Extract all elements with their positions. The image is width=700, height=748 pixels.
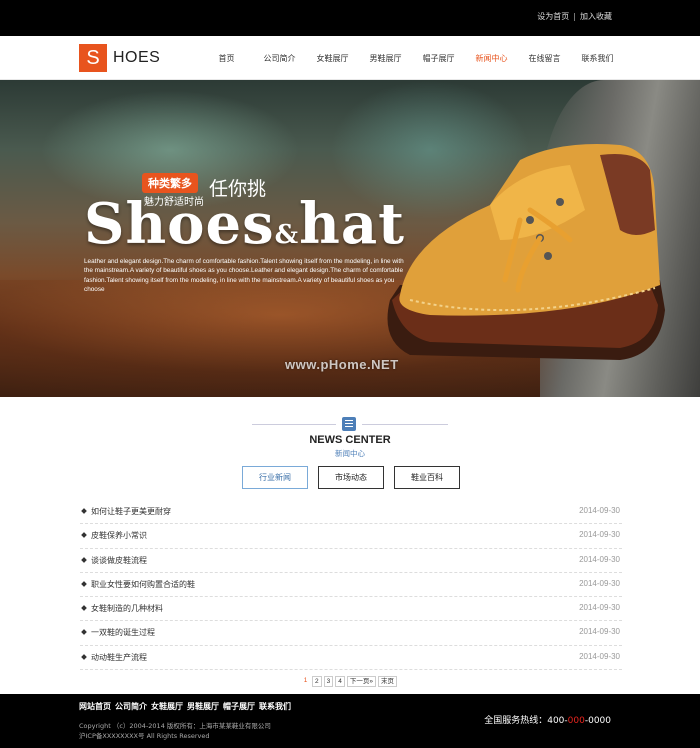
list-item[interactable]: 职业女性要如何购置合适的鞋 2014-09-30 [80, 573, 622, 598]
nav-item-men-shoes[interactable]: 男鞋展厅 [359, 53, 412, 64]
nav-item-about[interactable]: 公司简介 [253, 53, 306, 64]
logo-letter: S [79, 44, 107, 72]
top-separator: | [573, 12, 576, 21]
icp-text: 沪ICP备XXXXXXXX号 All Rights Reserved [79, 732, 210, 740]
logo-text: HOES [113, 49, 161, 66]
hotline-number-suffix: -0000 [584, 716, 611, 726]
footer-links: 网站首页 公司简介 女鞋展厅 男鞋展厅 帽子展厅 联系我们 [79, 701, 291, 712]
nav-item-contact[interactable]: 联系我们 [571, 53, 624, 64]
section-title: NEWS CENTER [309, 434, 391, 446]
main-nav: 首页 公司简介 女鞋展厅 男鞋展厅 帽子展厅 新闻中心 在线留言 联系我们 [200, 53, 624, 64]
page-2[interactable]: 2 [312, 676, 322, 687]
footer: 网站首页 公司简介 女鞋展厅 男鞋展厅 帽子展厅 联系我们 Copyright … [0, 694, 700, 748]
news-title[interactable]: 皮鞋保养小常识 [91, 530, 147, 541]
site-logo[interactable]: S HOES [79, 44, 160, 72]
list-item[interactable]: 动动鞋生产流程 2014-09-30 [80, 646, 622, 671]
news-date: 2014-09-30 [579, 603, 620, 613]
list-item[interactable]: 如何让鞋子更美更耐穿 2014-09-30 [80, 500, 622, 525]
hotline-label: 全国服务热线： [484, 716, 548, 726]
top-links: 设为首页 | 加入收藏 [537, 11, 612, 22]
page-4[interactable]: 4 [335, 676, 345, 687]
hero-title-left: Shoes [84, 191, 275, 257]
news-date: 2014-09-30 [579, 506, 620, 515]
hero-description: Leather and elegant design.The charm of … [84, 258, 404, 294]
news-date: 2014-09-30 [579, 578, 620, 588]
nav-item-hats[interactable]: 帽子展厅 [412, 53, 465, 64]
hero-title: Shoes&hat [84, 193, 405, 266]
news-title[interactable]: 动动鞋生产流程 [91, 652, 147, 663]
diamond-bullet-icon [81, 508, 87, 514]
footer-link-home[interactable]: 网站首页 [79, 701, 111, 712]
watermark: www.pHome.NET [285, 357, 399, 372]
set-home-link[interactable]: 设为首页 [537, 11, 569, 22]
add-favorite-link[interactable]: 加入收藏 [580, 11, 612, 22]
hotline: 全国服务热线：400-000-0000 [484, 713, 611, 726]
last-page-button[interactable]: 末页 [378, 676, 397, 687]
news-title[interactable]: 谈谈做皮鞋流程 [91, 555, 147, 566]
diamond-bullet-icon [81, 653, 87, 660]
list-item[interactable]: 一双鞋的诞生过程 2014-09-30 [80, 621, 622, 646]
news-icon [342, 417, 356, 431]
nav-item-home[interactable]: 首页 [200, 53, 253, 64]
tab-market[interactable]: 市场动态 [318, 466, 384, 489]
news-title[interactable]: 如何让鞋子更美更耐穿 [91, 506, 171, 517]
news-date: 2014-09-30 [579, 530, 620, 540]
nav-item-message[interactable]: 在线留言 [518, 53, 571, 64]
header: S HOES 首页 公司简介 女鞋展厅 男鞋展厅 帽子展厅 新闻中心 在线留言 … [0, 36, 700, 80]
news-title[interactable]: 女鞋制造的几种材料 [91, 603, 163, 614]
list-item[interactable]: 女鞋制造的几种材料 2014-09-30 [80, 597, 622, 622]
divider [252, 424, 336, 425]
footer-link-men-shoes[interactable]: 男鞋展厅 [187, 701, 219, 712]
pagination: 1 2 3 4 下一页» 末页 [301, 676, 397, 687]
next-page-button[interactable]: 下一页» [346, 676, 376, 687]
hotline-number-mid: 000 [567, 716, 585, 726]
hotline-number-prefix: 400- [547, 716, 568, 726]
page-3[interactable]: 3 [323, 676, 334, 687]
footer-link-contact[interactable]: 联系我们 [259, 701, 291, 712]
diamond-bullet-icon [81, 581, 87, 587]
tab-industry-news[interactable]: 行业新闻 [242, 466, 308, 489]
copyright-text: Copyright （c）2004-2014 版权所有：上海市某某鞋业有限公司 [79, 722, 271, 730]
list-item[interactable]: 皮鞋保养小常识 2014-09-30 [80, 524, 622, 549]
diamond-bullet-icon [81, 605, 87, 612]
footer-link-women-shoes[interactable]: 女鞋展厅 [151, 701, 183, 712]
news-list: 如何让鞋子更美更耐穿 2014-09-30 皮鞋保养小常识 2014-09-30… [80, 500, 622, 671]
diamond-bullet-icon [81, 629, 87, 636]
section-subtitle: 新闻中心 [335, 449, 365, 458]
hero-title-amp: & [274, 220, 300, 250]
shoe-image [387, 144, 665, 360]
news-date: 2014-09-30 [579, 627, 620, 637]
list-item[interactable]: 谈谈做皮鞋流程 2014-09-30 [80, 549, 622, 573]
news-date: 2014-09-30 [579, 651, 620, 661]
hero-badge: 种类繁多 [142, 173, 198, 193]
tab-encyclopedia[interactable]: 鞋业百科 [394, 466, 460, 489]
hero-title-right: hat [299, 191, 406, 257]
divider [362, 424, 448, 425]
nav-item-news[interactable]: 新闻中心 [465, 53, 518, 64]
news-date: 2014-09-30 [579, 554, 620, 564]
footer-link-about[interactable]: 公司简介 [115, 701, 147, 712]
diamond-bullet-icon [81, 556, 87, 563]
news-title[interactable]: 一双鞋的诞生过程 [91, 627, 155, 638]
footer-link-hats[interactable]: 帽子展厅 [223, 701, 255, 712]
nav-item-women-shoes[interactable]: 女鞋展厅 [306, 53, 359, 64]
news-title[interactable]: 职业女性要如何购置合适的鞋 [91, 579, 195, 590]
news-tabs: 行业新闻 市场动态 鞋业百科 [242, 466, 460, 489]
diamond-bullet-icon [81, 532, 87, 539]
page-1[interactable]: 1 [301, 676, 310, 687]
top-bar: 设为首页 | 加入收藏 [0, 0, 700, 36]
hero-banner[interactable]: 种类繁多 任你挑 魅力舒适时尚 Shoes&hat Leather and el… [0, 80, 700, 397]
